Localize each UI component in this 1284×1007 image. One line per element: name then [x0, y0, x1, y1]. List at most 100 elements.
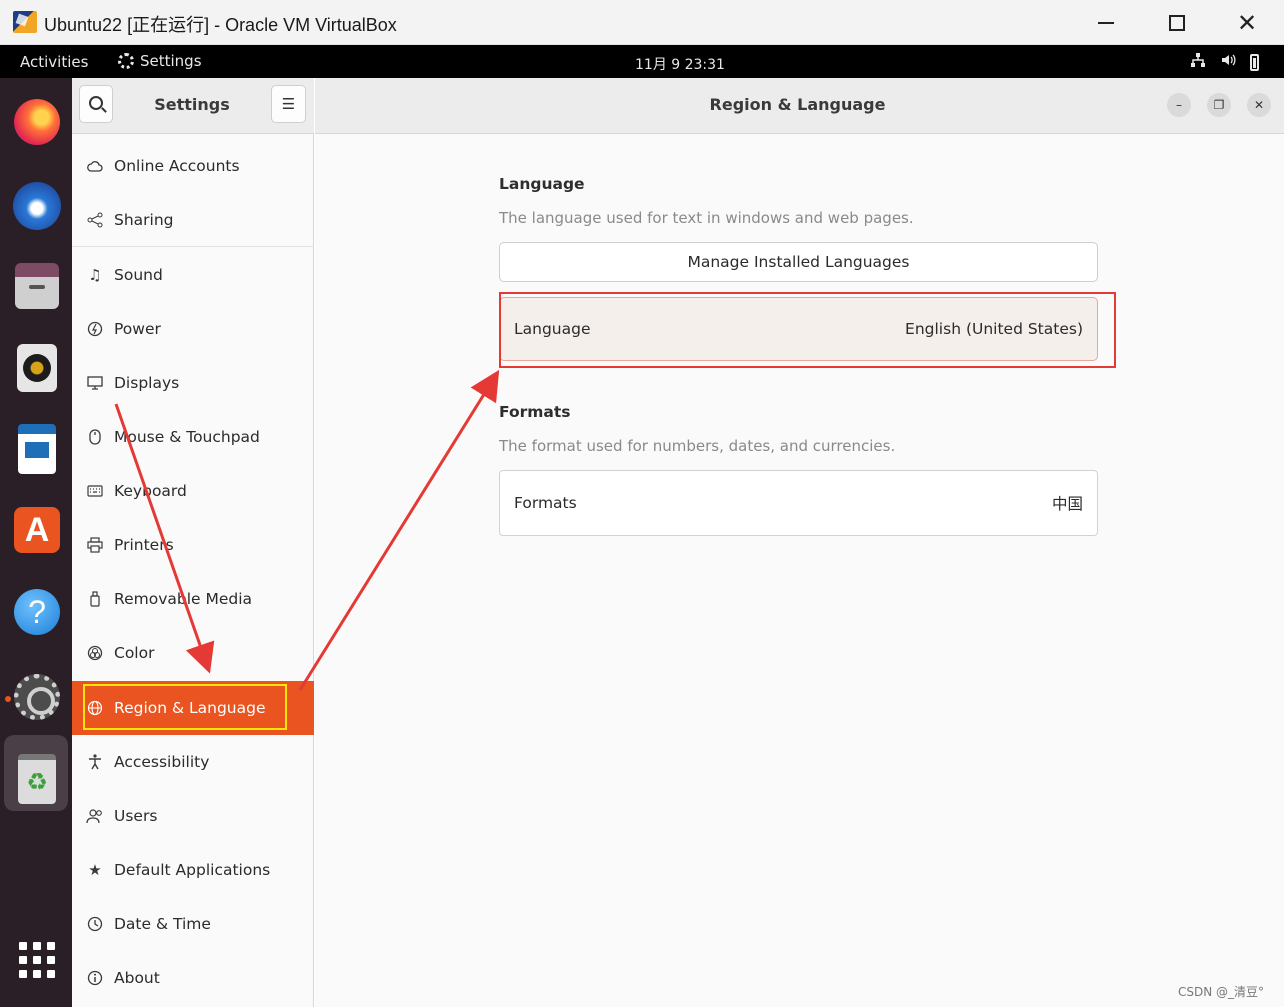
sidebar-item-label: Keyboard: [114, 482, 187, 500]
activities-button[interactable]: Activities: [20, 53, 88, 71]
system-tray[interactable]: [1190, 52, 1259, 72]
sidebar-item-power[interactable]: Power: [72, 302, 314, 356]
dock-firefox[interactable]: [10, 95, 64, 149]
display-icon: [86, 374, 104, 392]
main-header: Region & Language – ❐ ✕: [315, 78, 1284, 134]
sidebar-item-online-accounts[interactable]: Online Accounts: [72, 139, 314, 193]
sidebar-item-displays[interactable]: Displays: [72, 356, 314, 410]
window-minimize-button[interactable]: –: [1167, 93, 1191, 117]
sidebar-item-label: Online Accounts: [114, 157, 240, 175]
app-center-icon: A: [14, 507, 60, 553]
sidebar-item-keyboard[interactable]: Keyboard: [72, 464, 314, 518]
sidebar-item-sound[interactable]: ♫ Sound: [72, 248, 314, 302]
clock-icon: [86, 915, 104, 933]
help-icon: ?: [14, 589, 60, 635]
sidebar-item-printers[interactable]: Printers: [72, 518, 314, 572]
star-icon: ★: [88, 861, 102, 879]
network-icon: [1190, 52, 1206, 72]
sidebar-title: Settings: [154, 95, 230, 114]
sidebar-item-label: Displays: [114, 374, 180, 392]
app-menu-settings[interactable]: Settings: [118, 52, 202, 70]
host-window-titlebar: Ubuntu22 [正在运行] - Oracle VM VirtualBox ✕: [0, 0, 1284, 45]
sidebar-item-about[interactable]: About: [72, 951, 314, 1005]
watermark: CSDN @_清豆°: [1178, 985, 1265, 999]
dock-thunderbird[interactable]: [10, 179, 64, 233]
formats-row-label: Formats: [514, 494, 577, 512]
share-icon: [86, 211, 104, 229]
dock-show-apps[interactable]: [10, 933, 64, 987]
volume-icon: [1220, 52, 1236, 72]
formats-row[interactable]: Formats 中国: [499, 470, 1098, 536]
keyboard-icon: [86, 482, 104, 500]
dock-libreoffice-writer[interactable]: [10, 422, 64, 476]
search-button[interactable]: [79, 85, 113, 123]
show-apps-grid-icon: [19, 942, 55, 978]
music-note-icon: ♫: [88, 266, 102, 284]
dock-settings[interactable]: [10, 670, 64, 724]
sidebar-item-users[interactable]: Users: [72, 789, 314, 843]
sidebar-item-label: Accessibility: [114, 753, 210, 771]
settings-sidebar: Settings ☰ Online Accounts Sharing ♫ Sou…: [72, 78, 314, 1007]
close-icon: ✕: [1236, 9, 1258, 37]
rhythmbox-icon: [17, 344, 57, 392]
sidebar-header: Settings ☰: [72, 78, 314, 134]
host-maximize-button[interactable]: [1154, 6, 1200, 40]
settings-gear-icon: [14, 674, 60, 720]
color-icon: [86, 644, 104, 662]
host-minimize-button[interactable]: [1083, 6, 1129, 40]
clock[interactable]: 11月 9 23:31: [635, 54, 725, 74]
sidebar-item-accessibility[interactable]: Accessibility: [72, 735, 314, 789]
formats-section-description: The format used for numbers, dates, and …: [499, 437, 896, 455]
ubuntu-dock: A ? ♻: [0, 78, 72, 1007]
cloud-icon: [86, 157, 104, 175]
hamburger-menu-button[interactable]: ☰: [271, 85, 306, 123]
sidebar-item-color[interactable]: Color: [72, 626, 314, 680]
minimize-icon: [1098, 22, 1114, 24]
sidebar-item-label: Mouse & Touchpad: [114, 428, 260, 446]
sidebar-item-label: Power: [114, 320, 161, 338]
sidebar-item-label: Default Applications: [114, 861, 271, 879]
sidebar-item-label: Printers: [114, 536, 174, 554]
dock-app-center[interactable]: A: [10, 503, 64, 557]
sidebar-item-removable-media[interactable]: Removable Media: [72, 572, 314, 626]
sidebar-divider: [72, 246, 314, 247]
annotation-highlight-sidebar: [83, 684, 287, 730]
sidebar-item-label: Date & Time: [114, 915, 211, 933]
dock-files[interactable]: [10, 259, 64, 313]
libreoffice-writer-icon: [18, 424, 56, 474]
sidebar-item-default-applications[interactable]: ★ Default Applications: [72, 843, 314, 897]
sidebar-item-label: Removable Media: [114, 590, 253, 608]
mouse-icon: [86, 428, 104, 446]
dock-rhythmbox[interactable]: [10, 341, 64, 395]
minimize-icon: –: [1176, 98, 1182, 112]
host-close-button[interactable]: ✕: [1224, 6, 1270, 40]
users-icon: [86, 807, 104, 825]
sidebar-item-mouse-touchpad[interactable]: Mouse & Touchpad: [72, 410, 314, 464]
files-icon: [15, 263, 59, 309]
sidebar-item-label: Sound: [114, 266, 163, 284]
trash-icon: ♻: [18, 754, 56, 804]
dock-help[interactable]: ?: [10, 585, 64, 639]
thunderbird-icon: [13, 182, 61, 230]
manage-installed-languages-button[interactable]: Manage Installed Languages: [499, 242, 1098, 282]
sidebar-item-date-time[interactable]: Date & Time: [72, 897, 314, 951]
battery-icon: [1250, 53, 1259, 71]
dock-trash[interactable]: ♻: [10, 752, 64, 806]
printer-icon: [86, 536, 104, 554]
virtualbox-icon: [13, 11, 37, 33]
firefox-icon: [14, 99, 60, 145]
sidebar-item-sharing[interactable]: Sharing: [72, 193, 314, 247]
annotation-highlight-language-row: [499, 292, 1116, 368]
info-icon: [86, 969, 104, 987]
maximize-icon: [1169, 15, 1185, 31]
window-maximize-button[interactable]: ❐: [1207, 93, 1231, 117]
sidebar-item-label: About: [114, 969, 160, 987]
sidebar-item-label: Color: [114, 644, 155, 662]
language-section-description: The language used for text in windows an…: [499, 209, 914, 227]
sidebar-item-label: Users: [114, 807, 158, 825]
window-close-button[interactable]: ✕: [1247, 93, 1271, 117]
power-icon: [86, 320, 104, 338]
page-title: Region & Language: [709, 95, 886, 114]
app-menu-label: Settings: [140, 52, 202, 70]
close-icon: ✕: [1253, 98, 1265, 112]
